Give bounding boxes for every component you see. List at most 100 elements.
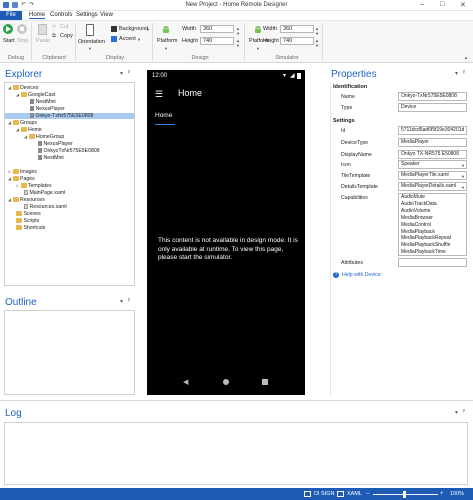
android-icon[interactable] bbox=[253, 24, 263, 34]
back-nav-icon[interactable]: ◀ bbox=[183, 378, 188, 386]
tree-item-group-onkyo[interactable]: OnkyoTxNr575E5E0808 bbox=[38, 148, 100, 154]
stop-button[interactable]: Stop bbox=[17, 38, 28, 44]
displayname-field[interactable]: Onkyo TX-NR575 E50808 bbox=[398, 150, 467, 159]
paste-button[interactable]: Paste bbox=[36, 38, 50, 44]
cut-icon[interactable]: ✂ bbox=[52, 24, 57, 30]
tree-item-group-nestmini[interactable]: NestMini bbox=[38, 155, 64, 161]
paste-icon[interactable] bbox=[38, 24, 47, 35]
menu-view[interactable]: View bbox=[100, 12, 113, 18]
menu-controls[interactable]: Controls bbox=[50, 12, 72, 18]
recents-nav-icon[interactable] bbox=[262, 379, 268, 385]
cut-button[interactable]: Cut bbox=[60, 24, 69, 30]
height-stepper[interactable]: ▲ ▼ bbox=[236, 38, 240, 48]
collapse-ribbon-icon[interactable]: ▲ bbox=[464, 55, 468, 60]
maximize-icon[interactable]: □ bbox=[440, 1, 444, 8]
devicetype-field[interactable]: MediaPlayer bbox=[398, 138, 467, 147]
pin-icon[interactable]: ᵖ bbox=[128, 298, 130, 304]
chevron-down-icon[interactable]: ▼ bbox=[461, 163, 465, 168]
tree-item-onkyo[interactable]: Onkyo-TxNr575E5E0808 bbox=[5, 113, 134, 119]
tree-item-devices[interactable]: ◢ Devices bbox=[8, 85, 38, 91]
tree-item-groups[interactable]: ◢ Groups bbox=[8, 120, 37, 126]
start-button[interactable]: Start bbox=[3, 38, 15, 44]
design-view-button[interactable]: DI SIGN bbox=[314, 491, 334, 497]
home-nav-icon[interactable] bbox=[223, 379, 229, 385]
background-button[interactable]: Background bbox=[119, 26, 148, 32]
menu-file[interactable]: File bbox=[0, 11, 22, 20]
ribbon-separator bbox=[322, 23, 323, 61]
tree-item-googlecast[interactable]: ◢ GoogleCast bbox=[16, 92, 55, 98]
chevron-down-icon[interactable]: ▼ bbox=[146, 27, 150, 32]
tree-item-nexusplayer[interactable]: NexusPlayer bbox=[30, 106, 65, 112]
tab-home[interactable]: Home bbox=[155, 112, 172, 119]
detailstemplate-select[interactable]: MediaPlayerDetails.xaml bbox=[398, 182, 467, 191]
chevron-down-icon[interactable]: ▼ bbox=[461, 185, 465, 190]
pin-icon[interactable]: ᵖ bbox=[463, 70, 465, 76]
background-swatch-icon[interactable] bbox=[111, 26, 117, 32]
type-field[interactable]: Device bbox=[398, 103, 467, 112]
zoom-out-icon[interactable]: − bbox=[366, 491, 370, 497]
simulator-width-input[interactable]: 360 bbox=[280, 25, 314, 33]
help-link[interactable]: Help with Device bbox=[342, 272, 381, 278]
name-field[interactable]: Onkyo-TxNr575E5E0808 bbox=[398, 92, 467, 101]
outline-options-icon[interactable]: ▾ bbox=[120, 298, 123, 305]
android-icon[interactable] bbox=[161, 24, 171, 34]
minimize-icon[interactable]: – bbox=[420, 1, 424, 8]
help-icon: ? bbox=[333, 272, 339, 278]
chevron-down-icon[interactable]: ▼ bbox=[256, 46, 260, 51]
tree-item-nestmini[interactable]: NestMini bbox=[30, 99, 56, 105]
tree-item-group-nexusplayer[interactable]: NexusPlayer bbox=[38, 141, 73, 147]
clipboard-group-label: Clipboard bbox=[42, 55, 66, 61]
xaml-view-button[interactable]: XAML bbox=[347, 491, 362, 497]
copy-button[interactable]: Copy bbox=[60, 33, 73, 39]
icon-select[interactable]: Speaker bbox=[398, 160, 467, 169]
accent-swatch-icon[interactable] bbox=[111, 36, 117, 42]
tree-item-resources-xaml[interactable]: Resources.xaml bbox=[24, 204, 67, 210]
explorer-options-icon[interactable]: ▾ bbox=[120, 70, 123, 77]
tiletemplate-select[interactable]: MediaPlayerTile.xaml bbox=[398, 171, 467, 180]
zoom-slider-handle[interactable] bbox=[403, 491, 406, 498]
design-view-icon[interactable] bbox=[304, 491, 311, 497]
tree-item-resources[interactable]: ◢ Resources bbox=[8, 197, 45, 203]
attributes-field[interactable] bbox=[398, 258, 467, 267]
tree-item-pages[interactable]: ◢ Pages bbox=[8, 176, 35, 182]
phone-preview: 12:00 ▾ ◢ ☰ Home Home This content is no… bbox=[147, 70, 305, 395]
tree-item-scenes[interactable]: Scenes bbox=[16, 211, 41, 217]
pin-icon[interactable]: ᵖ bbox=[128, 70, 130, 76]
log-options-icon[interactable]: ▾ bbox=[455, 409, 458, 416]
stop-icon[interactable] bbox=[17, 24, 27, 34]
xaml-view-icon[interactable] bbox=[337, 491, 344, 497]
tree-item-mainpage[interactable]: MainPage.xaml bbox=[24, 190, 65, 196]
tree-item-scripts[interactable]: Scripts bbox=[16, 218, 39, 224]
tree-item-shortcuts[interactable]: Shortcuts bbox=[16, 225, 45, 231]
chevron-down-icon[interactable]: ▼ bbox=[164, 46, 168, 51]
hamburger-menu-icon[interactable]: ☰ bbox=[155, 89, 163, 100]
menu-settings[interactable]: Settings bbox=[76, 12, 98, 18]
copy-icon[interactable]: ⧉ bbox=[52, 33, 56, 40]
accent-button[interactable]: Accent bbox=[119, 36, 136, 42]
orientation-button[interactable]: Orientation bbox=[78, 39, 105, 45]
tree-item-templates[interactable]: ▷ Templates bbox=[16, 183, 52, 189]
pin-icon[interactable]: ᵖ bbox=[463, 409, 465, 415]
close-icon[interactable]: ✕ bbox=[460, 1, 466, 9]
tree-item-home[interactable]: ◢ Home bbox=[16, 127, 42, 133]
chevron-down-icon[interactable]: ▼ bbox=[461, 174, 465, 179]
tree-item-images[interactable]: ▷ Images bbox=[8, 169, 37, 175]
design-platform-button[interactable]: Platform bbox=[157, 38, 177, 44]
zoom-in-icon[interactable]: + bbox=[440, 491, 444, 497]
chevron-down-icon[interactable]: ▼ bbox=[88, 46, 92, 51]
orientation-icon[interactable] bbox=[86, 24, 94, 36]
log-splitter[interactable] bbox=[0, 400, 473, 401]
tree-item-homegroup[interactable]: ◢ HomeGroup bbox=[24, 134, 64, 140]
id-field[interactable]: 5711dcd5ad6f5f19e304201d bbox=[398, 126, 467, 135]
design-width-input[interactable]: 360 bbox=[200, 25, 234, 33]
menu-home[interactable]: Home bbox=[29, 12, 46, 19]
simulator-height-input[interactable]: 740 bbox=[280, 37, 314, 45]
properties-options-icon[interactable]: ▾ bbox=[455, 70, 458, 77]
start-icon[interactable] bbox=[3, 24, 13, 34]
capabilities-list[interactable]: AudioMute AudioTrackData AudioVolume Med… bbox=[398, 193, 467, 256]
width-stepper[interactable]: ▲ ▼ bbox=[315, 26, 319, 36]
width-stepper[interactable]: ▲ ▼ bbox=[236, 26, 240, 36]
design-height-input[interactable]: 740 bbox=[200, 37, 234, 45]
chevron-down-icon[interactable]: ▼ bbox=[137, 37, 141, 42]
height-stepper[interactable]: ▲ ▼ bbox=[315, 38, 319, 48]
